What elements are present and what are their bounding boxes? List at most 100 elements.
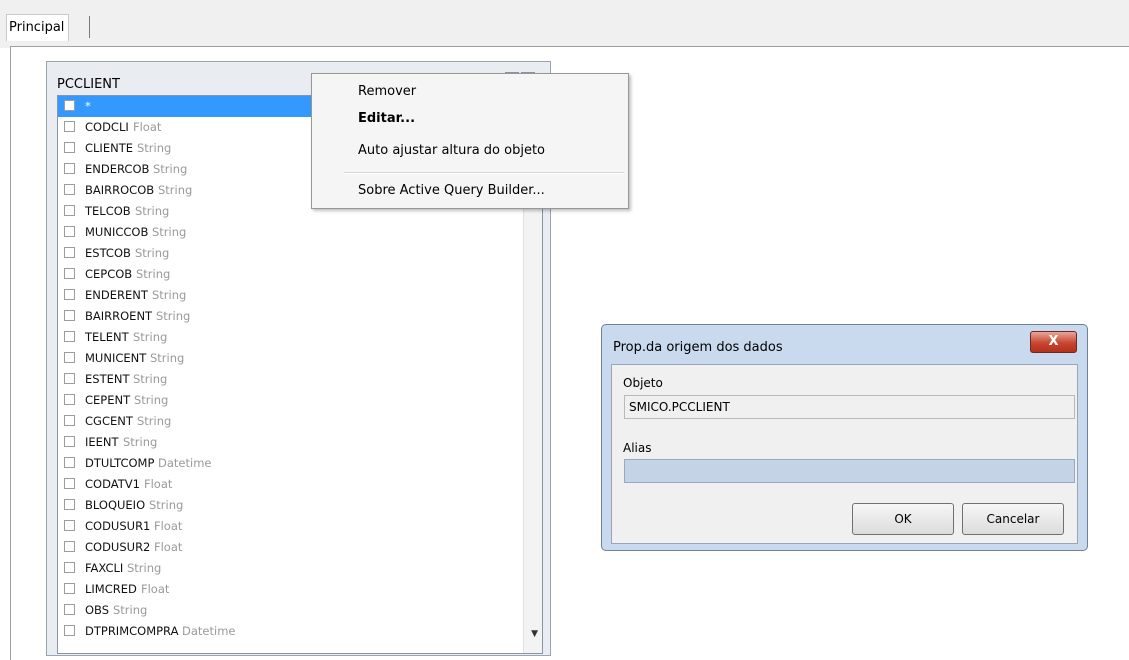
menu-item-sobre[interactable]: Sobre Active Query Builder... — [358, 183, 545, 198]
field-checkbox[interactable] — [64, 184, 75, 195]
table-object-title: PCCLIENT — [57, 77, 120, 92]
close-icon[interactable]: X — [1030, 331, 1077, 353]
field-checkbox[interactable] — [64, 499, 75, 510]
dialog-body: Objeto SMICO.PCCLIENT Alias OK Cancelar — [611, 364, 1078, 544]
menu-separator — [344, 172, 624, 174]
field-checkbox[interactable] — [64, 436, 75, 447]
field-type: String — [113, 603, 148, 617]
field-checkbox[interactable] — [64, 289, 75, 300]
field-checkbox[interactable] — [64, 310, 75, 321]
field-name: ESTCOB — [85, 246, 131, 260]
field-row[interactable]: CEPCOB String — [58, 264, 520, 285]
field-checkbox[interactable] — [64, 415, 75, 426]
field-row[interactable]: CEPENT String — [58, 390, 520, 411]
field-checkbox[interactable] — [64, 625, 75, 636]
field-type: Float — [133, 120, 162, 134]
object-field: SMICO.PCCLIENT — [624, 395, 1075, 419]
field-checkbox[interactable] — [64, 457, 75, 468]
field-name: CODATV1 — [85, 477, 140, 491]
menu-item-remover[interactable]: Remover — [358, 84, 416, 99]
field-checkbox[interactable] — [64, 268, 75, 279]
field-row[interactable]: OBS String — [58, 600, 520, 621]
field-checkbox[interactable] — [64, 604, 75, 615]
field-row[interactable]: MUNICENT String — [58, 348, 520, 369]
field-checkbox[interactable] — [64, 121, 75, 132]
field-checkbox[interactable] — [64, 163, 75, 174]
field-row[interactable]: MUNICCOB String — [58, 222, 520, 243]
field-name: * — [85, 99, 91, 113]
field-type: Float — [154, 519, 183, 533]
field-checkbox[interactable] — [64, 226, 75, 237]
tab-separator — [89, 16, 90, 38]
field-checkbox[interactable] — [64, 142, 75, 153]
field-type: String — [133, 372, 168, 386]
field-type: String — [133, 330, 168, 344]
field-name: CODCLI — [85, 120, 129, 134]
field-checkbox[interactable] — [64, 583, 75, 594]
field-name: TELENT — [85, 330, 129, 344]
scroll-down-icon[interactable]: ▼ — [531, 629, 538, 639]
field-type: String — [123, 435, 158, 449]
field-checkbox[interactable] — [64, 562, 75, 573]
tab-principal[interactable]: Principal — [6, 14, 70, 41]
alias-field[interactable] — [624, 459, 1075, 483]
field-row[interactable]: ESTENT String — [58, 369, 520, 390]
field-row[interactable]: CODUSUR2 Float — [58, 537, 520, 558]
field-type: String — [152, 288, 187, 302]
field-name: BAIRROENT — [85, 309, 153, 323]
field-checkbox[interactable] — [64, 100, 75, 111]
field-type: String — [136, 267, 171, 281]
field-row[interactable]: IEENT String — [58, 432, 520, 453]
field-type: String — [152, 225, 187, 239]
field-name: TELCOB — [85, 204, 131, 218]
field-name: LIMCRED — [85, 582, 137, 596]
dialog-title: Prop.da origem dos dados — [613, 340, 783, 355]
field-name: ENDERCOB — [85, 162, 150, 176]
field-name: ESTENT — [85, 372, 130, 386]
field-checkbox[interactable] — [64, 520, 75, 531]
field-type: String — [135, 204, 170, 218]
field-checkbox[interactable] — [64, 205, 75, 216]
field-checkbox[interactable] — [64, 394, 75, 405]
field-checkbox[interactable] — [64, 352, 75, 363]
menu-item-editar[interactable]: Editar... — [358, 111, 415, 126]
field-name: MUNICCOB — [85, 225, 149, 239]
field-type: Datetime — [182, 624, 236, 638]
context-menu: Remover Editar... Auto ajustar altura do… — [311, 73, 629, 209]
field-checkbox[interactable] — [64, 373, 75, 384]
field-row[interactable]: TELENT String — [58, 327, 520, 348]
field-name: BAIRROCOB — [85, 183, 155, 197]
field-row[interactable]: ENDERENT String — [58, 285, 520, 306]
tab-strip: Principal — [0, 0, 1129, 48]
field-name: CEPCOB — [85, 267, 133, 281]
field-name: DTPRIMCOMPRA — [85, 624, 179, 638]
field-type: String — [134, 393, 169, 407]
menu-item-auto-ajustar[interactable]: Auto ajustar altura do objeto — [358, 143, 545, 158]
field-row[interactable]: ESTCOB String — [58, 243, 520, 264]
field-row[interactable]: BLOQUEIO String — [58, 495, 520, 516]
field-name: OBS — [85, 603, 110, 617]
field-name: ENDERENT — [85, 288, 148, 302]
field-row[interactable]: CODUSUR1 Float — [58, 516, 520, 537]
field-checkbox[interactable] — [64, 247, 75, 258]
cancel-button[interactable]: Cancelar — [962, 503, 1064, 535]
field-name: CGCENT — [85, 414, 133, 428]
field-checkbox[interactable] — [64, 541, 75, 552]
ok-button[interactable]: OK — [852, 503, 954, 535]
field-row[interactable]: FAXCLI String — [58, 558, 520, 579]
field-row[interactable]: DTPRIMCOMPRA Datetime — [58, 621, 520, 642]
field-type: String — [158, 183, 193, 197]
field-row[interactable]: BAIRROENT String — [58, 306, 520, 327]
field-checkbox[interactable] — [64, 331, 75, 342]
field-row[interactable]: CODATV1 Float — [58, 474, 520, 495]
field-type: String — [137, 141, 172, 155]
field-row[interactable]: DTULTCOMP Datetime — [58, 453, 520, 474]
field-type: Float — [144, 477, 173, 491]
field-checkbox[interactable] — [64, 478, 75, 489]
field-row[interactable]: CGCENT String — [58, 411, 520, 432]
field-name: BLOQUEIO — [85, 498, 146, 512]
field-type: String — [150, 351, 185, 365]
field-type: String — [149, 498, 184, 512]
field-row[interactable]: LIMCRED Float — [58, 579, 520, 600]
datasource-properties-dialog: Prop.da origem dos dados X Objeto SMICO.… — [601, 324, 1088, 551]
